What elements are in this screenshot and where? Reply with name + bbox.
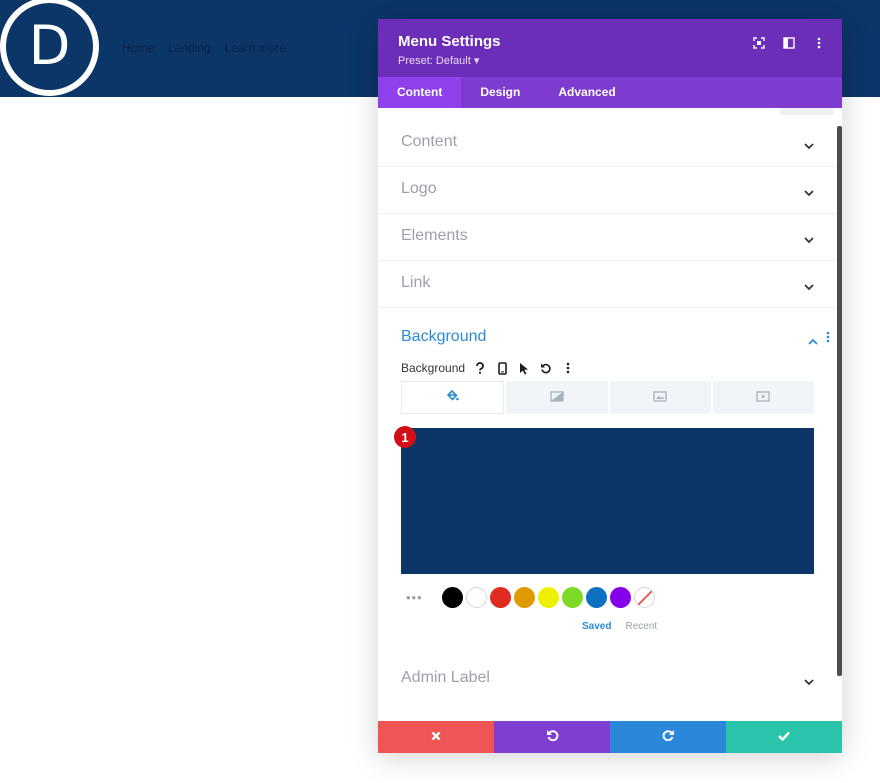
background-field-label: Background	[401, 361, 466, 375]
bg-tab-gradient[interactable]	[506, 381, 608, 414]
nav-link-home[interactable]: Home	[122, 41, 154, 55]
preset-selector[interactable]: Preset: Default ▾	[398, 54, 479, 67]
toggle-label: Link	[401, 274, 431, 291]
header-actions	[750, 34, 828, 52]
chevron-down-icon	[804, 184, 814, 202]
settings-body: Content Logo Elements Link Background Ba…	[378, 108, 842, 721]
toggle-label: Admin Label	[401, 669, 490, 686]
site-logo[interactable]: D	[0, 0, 99, 96]
redo-icon	[662, 728, 675, 746]
gradient-icon	[550, 389, 564, 407]
bg-tab-image[interactable]	[609, 381, 711, 414]
chevron-down-icon	[804, 231, 814, 249]
video-icon	[756, 389, 771, 407]
nav-link-learn-more[interactable]: Learn more	[225, 41, 286, 55]
swatch-red[interactable]	[490, 587, 511, 608]
toggle-label: Logo	[401, 180, 437, 197]
save-button[interactable]	[726, 721, 842, 753]
toggle-background-title[interactable]: Background	[401, 328, 486, 346]
more-options-icon[interactable]	[810, 34, 828, 52]
swatch-white[interactable]	[466, 587, 487, 608]
toggle-link[interactable]: Link	[378, 261, 837, 308]
help-icon[interactable]	[473, 361, 487, 375]
toggle-content[interactable]: Content	[378, 120, 837, 167]
tab-design[interactable]: Design	[461, 77, 539, 108]
chevron-down-icon	[804, 278, 814, 296]
swatch-purple[interactable]	[610, 587, 631, 608]
settings-tabs: Content Design Advanced	[378, 77, 842, 108]
bg-tab-color[interactable]	[401, 381, 505, 414]
tab-advanced[interactable]: Advanced	[539, 77, 634, 108]
swatch-green[interactable]	[562, 587, 583, 608]
tab-content[interactable]: Content	[378, 77, 462, 108]
chevron-up-icon[interactable]	[808, 332, 818, 350]
image-icon	[653, 389, 667, 407]
toggle-elements[interactable]: Elements	[378, 214, 837, 261]
close-icon	[431, 728, 441, 746]
palette-tabs: Saved Recent	[582, 621, 657, 632]
toggle-logo[interactable]: Logo	[378, 167, 837, 214]
swatch-orange[interactable]	[514, 587, 535, 608]
toggle-label: Content	[401, 133, 458, 150]
section-options-icon[interactable]	[826, 330, 830, 348]
background-field-header: Background	[401, 361, 575, 375]
toggle-admin-label[interactable]: Admin Label	[378, 655, 837, 702]
swatch-yellow[interactable]	[538, 587, 559, 608]
logo-letter: D	[28, 13, 71, 77]
reset-icon[interactable]	[539, 361, 553, 375]
redo-button[interactable]	[610, 721, 726, 753]
undo-button[interactable]	[494, 721, 610, 753]
search-stub	[780, 108, 834, 115]
modal-title: Menu Settings	[398, 33, 501, 50]
background-type-tabs	[401, 381, 814, 414]
color-presets: •••	[406, 587, 658, 608]
scrollbar[interactable]	[837, 126, 842, 676]
menu-settings-modal: Menu Settings Preset: Default ▾ Content …	[378, 19, 842, 753]
color-preview[interactable]	[401, 428, 814, 574]
paint-bucket-icon	[446, 389, 459, 407]
field-options-icon[interactable]	[561, 361, 575, 375]
no-color-icon[interactable]	[634, 587, 655, 608]
bg-tab-video[interactable]	[712, 381, 814, 414]
cursor-hover-icon[interactable]	[517, 361, 531, 375]
chevron-down-icon	[804, 137, 814, 155]
check-icon	[778, 728, 790, 746]
recent-colors-tab[interactable]: Recent	[625, 621, 657, 632]
modal-footer	[378, 721, 842, 753]
cancel-button[interactable]	[378, 721, 494, 753]
toggle-label: Elements	[401, 227, 468, 244]
saved-colors-tab[interactable]: Saved	[582, 621, 611, 632]
swatch-black[interactable]	[442, 587, 463, 608]
more-colors-icon[interactable]: •••	[406, 590, 426, 605]
modal-header: Menu Settings Preset: Default ▾	[378, 19, 842, 77]
site-nav: Home Landing Learn more	[122, 41, 286, 55]
step-marker: 1	[394, 426, 416, 448]
nav-link-landing[interactable]: Landing	[168, 41, 211, 55]
swatch-blue[interactable]	[586, 587, 607, 608]
split-view-icon[interactable]	[780, 34, 798, 52]
undo-icon	[546, 728, 559, 746]
chevron-down-icon	[804, 673, 814, 691]
fullscreen-icon[interactable]	[750, 34, 768, 52]
mobile-icon[interactable]	[495, 361, 509, 375]
